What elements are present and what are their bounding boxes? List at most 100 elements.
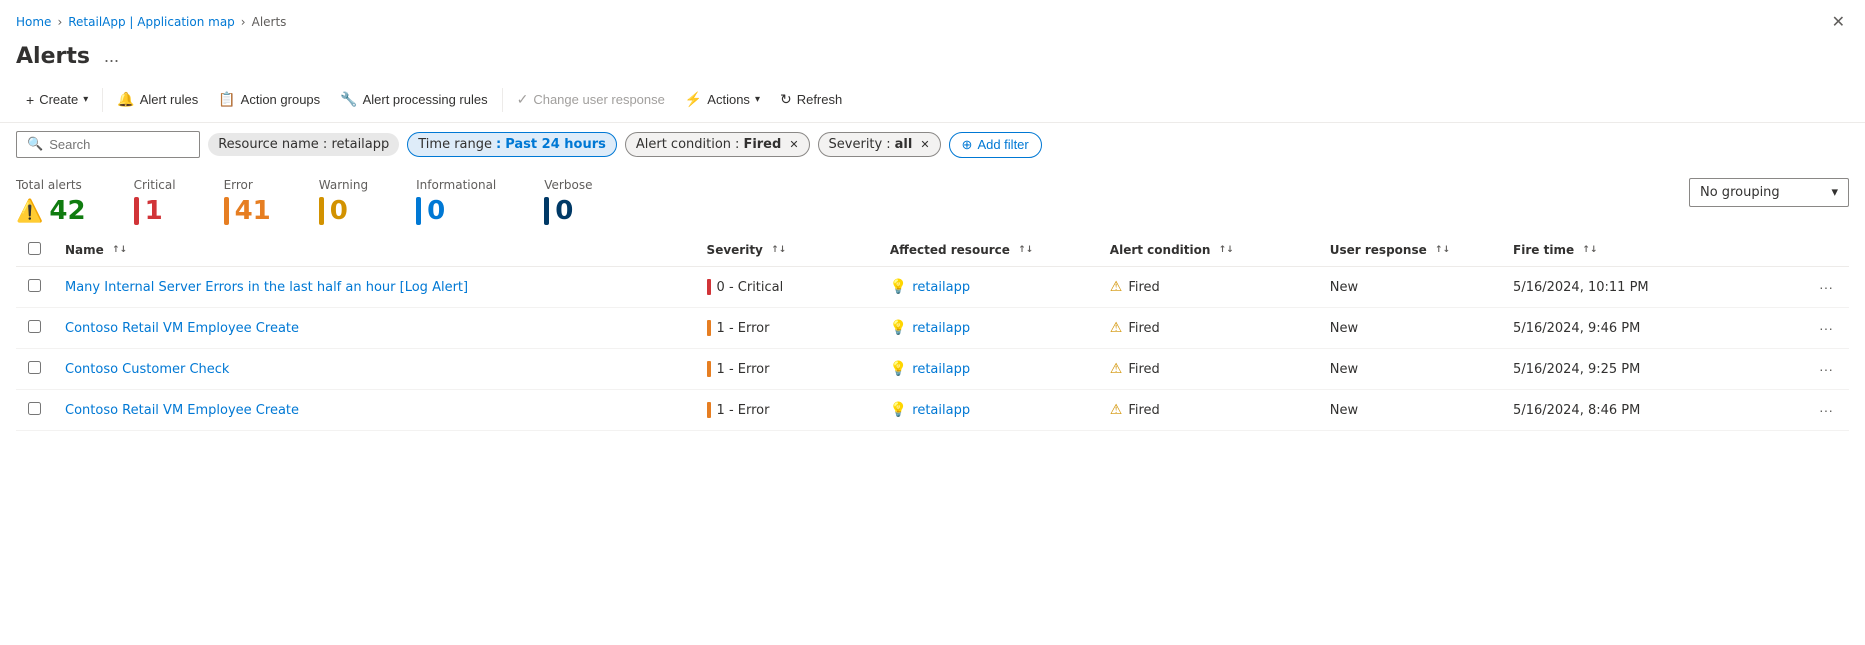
info-bar bbox=[416, 197, 421, 225]
severity-sort-icon[interactable]: ↑↓ bbox=[771, 246, 786, 255]
row-name: Contoso Retail VM Employee Create bbox=[53, 390, 695, 431]
stats-group: Total alerts ⚠️ 42 Critical 1 Error 41 W… bbox=[16, 178, 592, 226]
severity-filter-close[interactable]: ✕ bbox=[920, 138, 929, 151]
alert-icon: ⚠️ bbox=[16, 199, 43, 224]
header-firetime[interactable]: Fire time ↑↓ bbox=[1501, 234, 1776, 267]
breadcrumb-home[interactable]: Home bbox=[16, 15, 51, 29]
header-checkbox-cell bbox=[16, 234, 53, 267]
alert-rules-button[interactable]: 🔔 Alert rules bbox=[107, 85, 208, 114]
change-user-response-button[interactable]: ✓ Change user response bbox=[507, 85, 675, 114]
row-severity: 0 - Critical bbox=[695, 267, 878, 308]
table-row: Many Internal Server Errors in the last … bbox=[16, 267, 1849, 308]
action-groups-button[interactable]: 📋 Action groups bbox=[208, 85, 330, 114]
row-resource: 💡 retailapp bbox=[878, 308, 1098, 349]
alert-name-link[interactable]: Contoso Retail VM Employee Create bbox=[65, 403, 299, 418]
resource-icon: 💡 bbox=[890, 320, 907, 336]
resource-icon: 💡 bbox=[890, 279, 907, 295]
row-more-actions-button[interactable]: ··· bbox=[1815, 400, 1837, 420]
plus-icon: + bbox=[26, 92, 34, 108]
condition-filter-close[interactable]: ✕ bbox=[789, 138, 798, 151]
row-checkbox[interactable] bbox=[28, 279, 41, 292]
table-row: Contoso Retail VM Employee Create 1 - Er… bbox=[16, 308, 1849, 349]
row-resource: 💡 retailapp bbox=[878, 267, 1098, 308]
filter-icon: ⊕ bbox=[962, 137, 973, 153]
row-checkbox-cell[interactable] bbox=[16, 349, 53, 390]
name-sort-icon[interactable]: ↑↓ bbox=[112, 246, 127, 255]
stat-total: Total alerts ⚠️ 42 bbox=[16, 178, 86, 226]
row-checkbox-cell[interactable] bbox=[16, 267, 53, 308]
create-chevron-icon: ▾ bbox=[83, 94, 88, 105]
row-condition: ⚠ Fired bbox=[1098, 390, 1318, 431]
severity-indicator bbox=[707, 361, 711, 377]
resource-link[interactable]: 💡 retailapp bbox=[890, 361, 1086, 377]
create-button[interactable]: + Create ▾ bbox=[16, 86, 98, 114]
stats-container: Total alerts ⚠️ 42 Critical 1 Error 41 W… bbox=[0, 166, 1865, 234]
alerts-table-container: Name ↑↓ Severity ↑↓ Affected resource ↑↓… bbox=[0, 234, 1865, 431]
row-resource: 💡 retailapp bbox=[878, 390, 1098, 431]
row-checkbox[interactable] bbox=[28, 361, 41, 374]
row-checkbox[interactable] bbox=[28, 320, 41, 333]
row-actions-cell: ··· bbox=[1776, 390, 1849, 431]
header-resource[interactable]: Affected resource ↑↓ bbox=[878, 234, 1098, 267]
row-actions-cell: ··· bbox=[1776, 267, 1849, 308]
select-all-checkbox[interactable] bbox=[28, 242, 41, 255]
alert-name-link[interactable]: Contoso Retail VM Employee Create bbox=[65, 321, 299, 336]
table-row: Contoso Retail VM Employee Create 1 - Er… bbox=[16, 390, 1849, 431]
error-bar bbox=[224, 197, 229, 225]
row-severity: 1 - Error bbox=[695, 308, 878, 349]
row-firetime: 5/16/2024, 8:46 PM bbox=[1501, 390, 1776, 431]
response-sort-icon[interactable]: ↑↓ bbox=[1435, 246, 1450, 255]
alert-name-link[interactable]: Many Internal Server Errors in the last … bbox=[65, 280, 468, 295]
row-firetime: 5/16/2024, 9:46 PM bbox=[1501, 308, 1776, 349]
check-icon: ✓ bbox=[517, 91, 529, 108]
stat-warning: Warning 0 bbox=[319, 178, 368, 226]
row-actions-cell: ··· bbox=[1776, 349, 1849, 390]
condition-sort-icon[interactable]: ↑↓ bbox=[1219, 246, 1234, 255]
firetime-sort-icon[interactable]: ↑↓ bbox=[1582, 246, 1597, 255]
row-checkbox-cell[interactable] bbox=[16, 308, 53, 349]
condition-warning-icon: ⚠ bbox=[1110, 361, 1123, 377]
search-input[interactable] bbox=[49, 137, 189, 152]
row-checkbox[interactable] bbox=[28, 402, 41, 415]
header-condition[interactable]: Alert condition ↑↓ bbox=[1098, 234, 1318, 267]
breadcrumb-app[interactable]: RetailApp | Application map bbox=[68, 15, 235, 29]
row-response: New bbox=[1318, 308, 1501, 349]
alert-condition-filter-pill[interactable]: Alert condition : Fired ✕ bbox=[625, 132, 810, 157]
header-response[interactable]: User response ↑↓ bbox=[1318, 234, 1501, 267]
alert-name-link[interactable]: Contoso Customer Check bbox=[65, 362, 229, 377]
severity-filter-pill[interactable]: Severity : all ✕ bbox=[818, 132, 941, 157]
verbose-bar bbox=[544, 197, 549, 225]
row-condition: ⚠ Fired bbox=[1098, 349, 1318, 390]
lightning-icon: ⚡ bbox=[685, 91, 702, 108]
row-more-actions-button[interactable]: ··· bbox=[1815, 318, 1837, 338]
resource-filter-pill[interactable]: Resource name : retailapp bbox=[208, 133, 399, 156]
action-groups-icon: 📋 bbox=[218, 91, 235, 108]
resource-link[interactable]: 💡 retailapp bbox=[890, 402, 1086, 418]
header-name[interactable]: Name ↑↓ bbox=[53, 234, 695, 267]
table-header-row: Name ↑↓ Severity ↑↓ Affected resource ↑↓… bbox=[16, 234, 1849, 267]
row-name: Many Internal Server Errors in the last … bbox=[53, 267, 695, 308]
close-button[interactable]: ✕ bbox=[1828, 8, 1849, 36]
row-more-actions-button[interactable]: ··· bbox=[1815, 359, 1837, 379]
resource-link[interactable]: 💡 retailapp bbox=[890, 279, 1086, 295]
actions-chevron-icon: ▾ bbox=[755, 94, 760, 105]
breadcrumb: Home › RetailApp | Application map › Ale… bbox=[16, 15, 286, 29]
header-severity[interactable]: Severity ↑↓ bbox=[695, 234, 878, 267]
row-firetime: 5/16/2024, 10:11 PM bbox=[1501, 267, 1776, 308]
resource-sort-icon[interactable]: ↑↓ bbox=[1018, 246, 1033, 255]
resource-link[interactable]: 💡 retailapp bbox=[890, 320, 1086, 336]
alert-processing-rules-button[interactable]: 🔧 Alert processing rules bbox=[330, 85, 497, 114]
add-filter-button[interactable]: ⊕ Add filter bbox=[949, 132, 1042, 158]
header-row-actions bbox=[1776, 234, 1849, 267]
stat-info: Informational 0 bbox=[416, 178, 496, 226]
grouping-select[interactable]: No grouping ▾ bbox=[1689, 178, 1849, 207]
page-menu-button[interactable]: ... bbox=[98, 44, 125, 69]
refresh-button[interactable]: ↻ Refresh bbox=[770, 85, 852, 114]
search-box[interactable]: 🔍 bbox=[16, 131, 200, 158]
row-checkbox-cell[interactable] bbox=[16, 390, 53, 431]
row-more-actions-button[interactable]: ··· bbox=[1815, 277, 1837, 297]
actions-button[interactable]: ⚡ Actions ▾ bbox=[675, 85, 770, 114]
toolbar: + Create ▾ 🔔 Alert rules 📋 Action groups… bbox=[0, 81, 1865, 123]
processing-rules-icon: 🔧 bbox=[340, 91, 357, 108]
time-range-filter-pill[interactable]: Time range : Past 24 hours bbox=[407, 132, 617, 157]
